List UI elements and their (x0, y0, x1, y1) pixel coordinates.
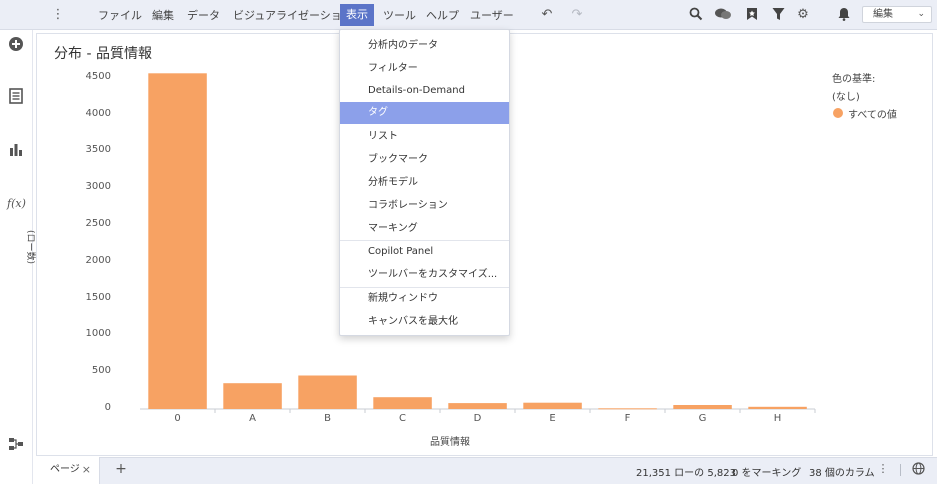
x-tick-label: 0 (174, 413, 181, 424)
bar-D[interactable] (448, 403, 507, 409)
y-axis-label: (ロー数) (25, 230, 35, 265)
bar-B[interactable] (298, 375, 357, 410)
x-tick-label: D (473, 413, 482, 424)
legend-title: 色の基準: (832, 74, 876, 85)
y-tick-label: 4000 (85, 107, 111, 119)
status-bar (36, 457, 937, 484)
bar-G[interactable] (673, 405, 732, 409)
dd-filters[interactable]: フィルター (340, 58, 509, 80)
bar-A[interactable] (223, 383, 282, 409)
x-tick-label: B (324, 413, 331, 424)
globe-icon[interactable] (911, 462, 925, 476)
y-tick-label: 1000 (85, 328, 111, 340)
dd-maximize-canvas[interactable]: キャンバスを最大化 (340, 311, 509, 333)
y-tick-label: 1500 (85, 291, 111, 303)
more-options-icon[interactable]: ⋮ (876, 462, 890, 476)
status-divider (900, 464, 901, 476)
dd-copilot-panel[interactable]: Copilot Panel (340, 241, 509, 263)
y-tick-label: 2500 (85, 217, 111, 229)
column-count: 38 個のカラム (809, 468, 875, 479)
y-tick-label: 0 (104, 402, 111, 413)
dd-bookmarks[interactable]: ブックマーク (340, 149, 509, 171)
y-tick-label: 500 (91, 365, 111, 377)
x-tick-label: G (698, 413, 707, 424)
tab-page-label: ページ (50, 464, 80, 475)
dd-new-window[interactable]: 新規ウィンドウ (340, 288, 509, 310)
bar-H[interactable] (748, 406, 807, 409)
close-icon[interactable]: × (82, 457, 91, 482)
dd-collaboration[interactable]: コラボレーション (340, 195, 509, 217)
dd-details-on-demand[interactable]: Details-on-Demand (340, 80, 509, 102)
tab-page[interactable]: ページ × (36, 457, 100, 484)
legend-swatch (833, 108, 843, 118)
x-axis-label: 品質情報 (430, 437, 470, 448)
y-tick-label: 3000 (85, 181, 111, 193)
dd-data-in-analysis[interactable]: 分析内のデータ (340, 35, 509, 57)
y-tick-label: 4500 (85, 70, 111, 82)
legend-color-by-value[interactable]: (なし) (832, 88, 860, 103)
add-page-icon[interactable]: + (114, 462, 128, 476)
x-tick-label: C (399, 413, 406, 424)
x-tick-label: A (249, 413, 256, 424)
bar-E[interactable] (523, 402, 582, 409)
dd-customize-toolbar[interactable]: ツールバーをカスタマイズ... (340, 264, 509, 286)
x-tick-label: H (773, 413, 782, 424)
legend-entry[interactable]: すべての値 (848, 106, 897, 121)
bar-C[interactable] (373, 397, 432, 409)
y-tick-label: 2000 (85, 254, 111, 266)
x-tick-label: F (624, 413, 631, 424)
x-tick-label: E (549, 413, 556, 424)
bar-F[interactable] (598, 408, 657, 410)
y-tick-label: 3500 (85, 144, 111, 156)
view-menu-dropdown: 分析内のデータ フィルター Details-on-Demand タグ リスト ブ… (339, 29, 510, 336)
dd-analytic-models[interactable]: 分析モデル (340, 172, 509, 194)
bar-0[interactable] (148, 73, 207, 410)
dd-tags[interactable]: タグ (340, 102, 509, 124)
dd-markings[interactable]: マーキング (340, 218, 509, 240)
row-count: 21,351 ローの 5,823 (636, 468, 736, 479)
marked-count: 0 をマーキング (732, 468, 802, 479)
dd-lists[interactable]: リスト (340, 126, 509, 148)
